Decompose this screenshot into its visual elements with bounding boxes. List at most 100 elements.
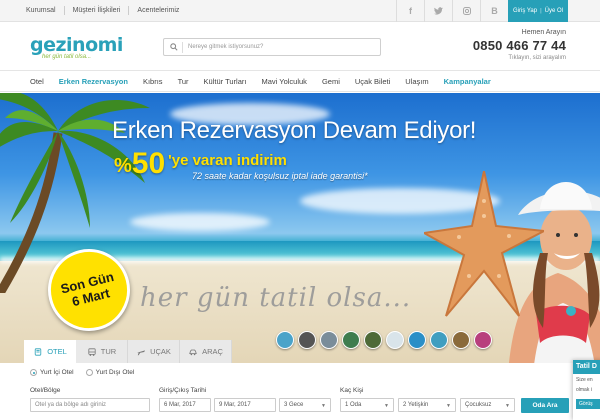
radio-abroad[interactable]: Yurt Dışı Otel <box>85 369 135 376</box>
radio-label: Yurt Dışı Otel <box>95 369 135 376</box>
car-icon <box>189 349 197 355</box>
register-button[interactable]: Üye Ol <box>542 8 566 14</box>
search-icon <box>170 43 178 51</box>
checkout-input[interactable]: 9 Mar, 2017 <box>214 398 276 412</box>
discount-symbol: % <box>114 155 132 177</box>
rooms-value: 1 Oda <box>345 402 362 408</box>
logo-brand: gezinomi <box>30 34 123 56</box>
tab-flight[interactable]: UÇAK <box>128 340 180 363</box>
chevron-down-icon: ▼ <box>505 403 510 409</box>
auth-box: Giriş Yap | Üye Ol <box>508 0 568 22</box>
chat-body-line: olmak i <box>576 387 592 393</box>
guests-field-label: Kaç Kişi <box>340 387 364 394</box>
radio-dot[interactable] <box>85 369 93 376</box>
nav-item-transport[interactable]: Ulaşım <box>405 77 428 86</box>
tab-hotel[interactable]: OTEL <box>24 340 76 363</box>
blog-icon[interactable]: B <box>480 0 508 22</box>
search-tabs: OTEL TUR UÇAK ARAÇ <box>24 340 232 363</box>
search-divider <box>182 42 183 53</box>
chevron-down-icon: ▼ <box>446 403 451 409</box>
adults-select[interactable]: 2 Yetişkin ▼ <box>398 398 456 412</box>
nav-item-culture-tours[interactable]: Kültür Turları <box>204 77 247 86</box>
main-nav: Otel Erken Rezervasyon Kıbrıs Tur Kültür… <box>0 70 600 92</box>
checkin-input[interactable]: 6 Mar, 2017 <box>159 398 211 412</box>
twitter-icon[interactable] <box>424 0 452 22</box>
nav-item-flight[interactable]: Uçak Bileti <box>355 77 390 86</box>
checkout-value: 9 Mar, 2017 <box>219 402 251 408</box>
tab-label: UÇAK <box>150 347 171 356</box>
starfish-image <box>424 171 544 317</box>
phone-number[interactable]: 0850 466 77 44 <box>473 38 566 53</box>
hotel-type-radios: Yurt İçi Otel Yurt Dışı Otel <box>30 369 134 376</box>
slider-thumb[interactable] <box>364 331 382 349</box>
chat-title: Tatil D <box>573 360 600 374</box>
top-links: Kurumsal Müşteri İlişkileri Acentelerimi… <box>26 6 187 15</box>
chevron-down-icon: ▼ <box>321 403 326 409</box>
social-links: f B <box>396 0 508 22</box>
chat-popup[interactable]: Tatil D Size en olmak i Görüş <box>573 360 600 420</box>
hotel-field-label: Otel/Bölge <box>30 387 61 394</box>
nav-item-tour[interactable]: Tur <box>178 77 189 86</box>
radio-label: Yurt İçi Otel <box>40 369 74 376</box>
hero-subline: 72 saate kadar koşulsuz iptal iade garan… <box>192 171 368 181</box>
logo-tagline: her gün tatil olsa... <box>42 54 92 60</box>
nav-item-ship[interactable]: Gemi <box>322 77 340 86</box>
contact-block[interactable]: Hemen Arayın 0850 466 77 44 Tıklayın, si… <box>473 29 566 61</box>
discount-value: 50 <box>131 147 166 180</box>
site-logo[interactable]: gezinomi her gün tatil olsa... <box>30 34 123 60</box>
chevron-down-icon: ▼ <box>384 403 389 409</box>
chat-body-line: Size en <box>576 377 593 383</box>
tab-tour[interactable]: TUR <box>76 340 128 363</box>
search-input[interactable]: Nereye gitmek istiyorsunuz? <box>163 38 381 56</box>
rooms-select[interactable]: 1 Oda ▼ <box>340 398 394 412</box>
slider-thumb[interactable] <box>408 331 426 349</box>
hero-banner[interactable]: Erken Rezervasyon Devam Ediyor! % 50 'ye… <box>0 93 600 363</box>
discount-text: 'ye varan indirim <box>168 152 287 169</box>
children-value: Çocuksuz <box>465 402 492 408</box>
nav-item-campaigns[interactable]: Kampanyalar <box>444 77 491 86</box>
search-placeholder: Nereye gitmek istiyorsunuz? <box>188 44 264 50</box>
auth-separator: | <box>540 8 542 14</box>
chat-start-button[interactable]: Görüş <box>576 399 600 409</box>
top-link-agencies[interactable]: Acentelerimiz <box>129 6 187 15</box>
facebook-icon[interactable]: f <box>396 0 424 22</box>
slider-thumb[interactable] <box>276 331 294 349</box>
checkin-value: 6 Mar, 2017 <box>164 402 196 408</box>
adults-value: 2 Yetişkin <box>403 402 429 408</box>
slider-thumb[interactable] <box>342 331 360 349</box>
tab-car[interactable]: ARAÇ <box>180 340 232 363</box>
hero-headline: Erken Rezervasyon Devam Ediyor! <box>112 117 477 144</box>
slider-thumbnails <box>276 331 492 349</box>
room-search-button[interactable]: Oda Ara <box>521 398 569 413</box>
top-bar: Kurumsal Müşteri İlişkileri Acentelerimi… <box>0 0 600 22</box>
slider-thumb[interactable] <box>430 331 448 349</box>
slider-thumb[interactable] <box>474 331 492 349</box>
nav-item-cyprus[interactable]: Kıbrıs <box>143 77 163 86</box>
instagram-icon[interactable] <box>452 0 480 22</box>
hotel-input[interactable]: Otel ya da bölge adı giriniz <box>30 398 150 412</box>
slider-thumb[interactable] <box>320 331 338 349</box>
nav-item-hotel[interactable]: Otel <box>30 77 44 86</box>
top-link-corporate[interactable]: Kurumsal <box>26 6 65 15</box>
login-button[interactable]: Giriş Yap <box>510 8 540 14</box>
radio-domestic[interactable]: Yurt İçi Otel <box>30 369 74 376</box>
contact-label: Hemen Arayın <box>521 29 566 36</box>
nights-select[interactable]: 3 Gece ▼ <box>279 398 331 412</box>
slider-thumb[interactable] <box>452 331 470 349</box>
radio-dot[interactable] <box>30 369 37 376</box>
hotel-input-placeholder: Otel ya da bölge adı giriniz <box>35 402 107 408</box>
tab-label: OTEL <box>47 347 67 356</box>
slider-thumb[interactable] <box>386 331 404 349</box>
nights-value: 3 Gece <box>284 402 304 408</box>
hero-script-text: her gün tatil olsa... <box>140 283 412 313</box>
tab-label: TUR <box>100 347 117 356</box>
children-select[interactable]: Çocuksuz ▼ <box>460 398 515 412</box>
hotel-search-form: Yurt İçi Otel Yurt Dışı Otel Otel/Bölge … <box>0 363 600 420</box>
top-link-customer-relations[interactable]: Müşteri İlişkileri <box>65 6 130 15</box>
nav-item-early-booking[interactable]: Erken Rezervasyon <box>59 77 128 86</box>
hotel-icon <box>35 347 42 356</box>
callback-text[interactable]: Tıklayın, sizi arayalım <box>473 55 566 61</box>
plane-icon <box>137 349 146 355</box>
nav-item-blue-cruise[interactable]: Mavi Yolculuk <box>261 77 306 86</box>
slider-thumb[interactable] <box>298 331 316 349</box>
